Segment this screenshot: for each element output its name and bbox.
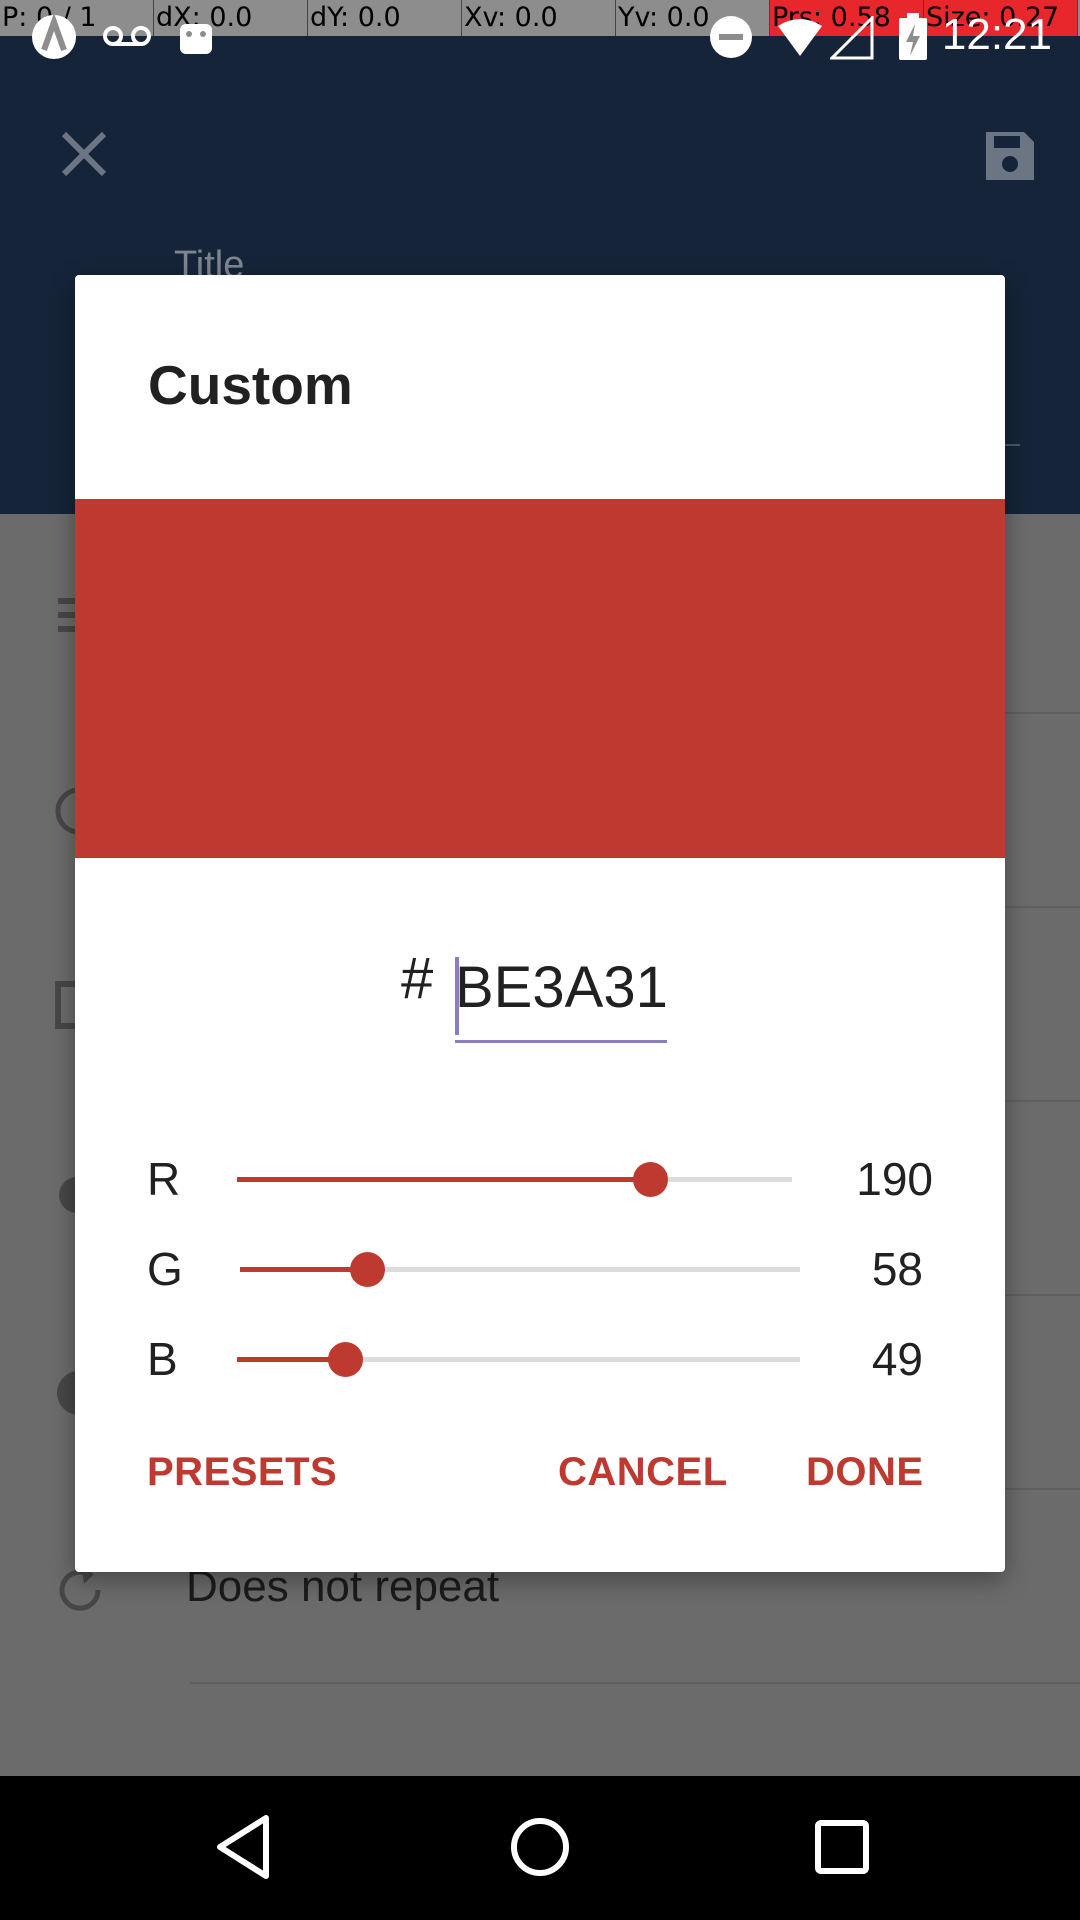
velocity-x: Xv: 0.0 <box>462 0 616 36</box>
hex-color-row: # <box>75 935 1005 1045</box>
cancel-button[interactable]: CANCEL <box>558 1450 728 1495</box>
pressure: Prs: 0.58 <box>770 0 924 36</box>
slider-row-blue: B 49 <box>75 1320 1005 1400</box>
blue-slider[interactable] <box>237 1342 800 1377</box>
delta-x: dX: 0.0 <box>154 0 308 36</box>
close-icon[interactable] <box>58 128 110 180</box>
slider-row-red: R 190 <box>75 1140 1005 1220</box>
save-icon[interactable] <box>982 128 1038 184</box>
custom-color-dialog: Custom # R 190 G 58 B 49 PRESETS CANCEL … <box>75 275 1005 1572</box>
red-slider-fill <box>237 1177 651 1182</box>
navigation-bar <box>0 1776 1080 1920</box>
pointer-location-bar: P: 0 / 1 dX: 0.0 dY: 0.0 Xv: 0.0 Yv: 0.0… <box>0 0 1080 36</box>
slider-label-blue: B <box>147 1333 178 1385</box>
hex-prefix: # <box>401 946 434 1011</box>
slider-row-green: G 58 <box>75 1230 1005 1310</box>
red-slider-thumb[interactable] <box>633 1162 669 1197</box>
text-cursor <box>455 957 459 1035</box>
red-slider[interactable] <box>237 1162 792 1197</box>
pointer-count: P: 0 / 1 <box>0 0 154 36</box>
slider-label-green: G <box>147 1243 183 1295</box>
slider-label-red: R <box>147 1153 181 1205</box>
hex-color-input[interactable] <box>455 935 667 1043</box>
blue-value: 49 <box>871 1333 923 1385</box>
delta-y: dY: 0.0 <box>308 0 462 36</box>
green-value: 58 <box>871 1243 923 1295</box>
color-preview <box>75 499 1005 858</box>
touch-size: Size: 0.27 <box>924 0 1078 36</box>
home-icon[interactable] <box>508 1812 572 1882</box>
velocity-y: Yv: 0.0 <box>616 0 770 36</box>
blue-slider-thumb[interactable] <box>328 1342 364 1377</box>
presets-button[interactable]: PRESETS <box>147 1450 337 1495</box>
dialog-title: Custom <box>148 354 353 416</box>
done-button[interactable]: DONE <box>806 1450 924 1495</box>
green-slider-fill <box>240 1267 368 1272</box>
red-value: 190 <box>856 1153 933 1205</box>
green-slider[interactable] <box>240 1252 800 1287</box>
row-divider <box>190 1682 1080 1684</box>
back-icon[interactable] <box>212 1812 274 1882</box>
green-slider-thumb[interactable] <box>350 1252 386 1287</box>
recents-icon[interactable] <box>810 1812 874 1882</box>
